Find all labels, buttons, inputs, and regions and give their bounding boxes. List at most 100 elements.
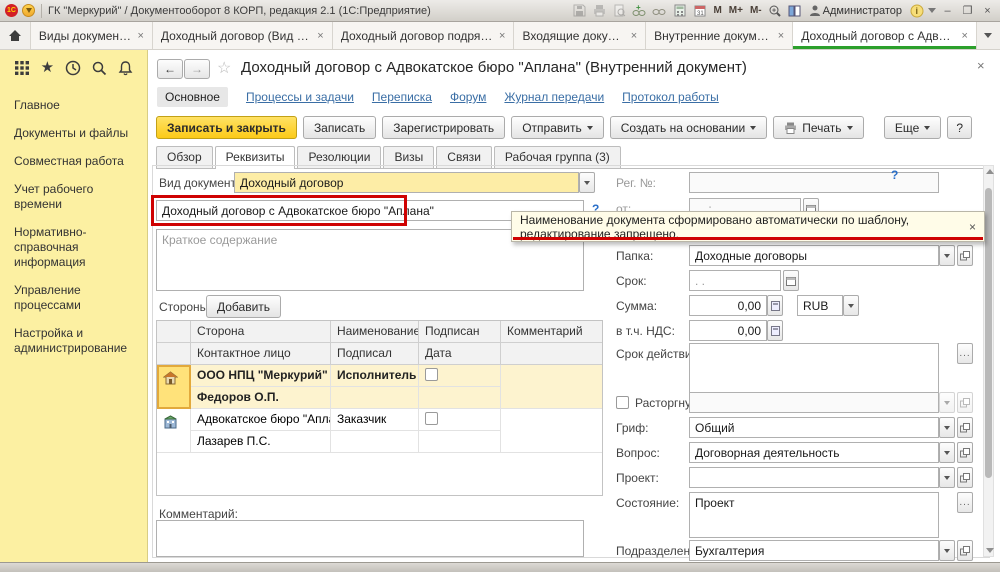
memory-plus-button[interactable]: M+ — [727, 5, 745, 16]
send-button[interactable]: Отправить — [511, 116, 604, 139]
grif-dropdown-button[interactable] — [939, 417, 955, 438]
tab-close-icon[interactable]: × — [778, 30, 784, 42]
tooltip-close-icon[interactable]: × — [961, 220, 976, 234]
currency-field[interactable]: RUB — [797, 295, 843, 316]
nav-correspondence[interactable]: Переписка — [372, 90, 432, 104]
register-button[interactable]: Зарегистрировать — [382, 116, 505, 139]
info-dropdown-icon[interactable] — [928, 8, 936, 13]
vat-field[interactable]: 0,00 — [689, 320, 767, 341]
sidebar-item-process-management[interactable]: Управление процессами — [14, 283, 134, 313]
memory-minus-button[interactable]: M- — [748, 5, 764, 16]
sidebar-item-settings-administration[interactable]: Настройка и администрирование — [14, 326, 134, 356]
sidebar-item-main[interactable]: Главное — [14, 98, 134, 113]
sidebar-item-collaboration[interactable]: Совместная работа — [14, 154, 134, 169]
folder-open-button[interactable] — [957, 245, 973, 266]
copy-link-icon[interactable] — [651, 3, 668, 18]
close-window-button[interactable]: × — [979, 3, 996, 18]
contact-cell[interactable]: Федоров О.П. — [191, 387, 331, 409]
scrollbar-thumb[interactable] — [985, 188, 992, 478]
zoom-icon[interactable]: + — [767, 3, 784, 18]
tab-close-icon[interactable]: × — [499, 30, 505, 42]
close-form-icon[interactable]: × — [977, 58, 985, 73]
date-cell[interactable] — [419, 431, 501, 453]
menu-grid-icon[interactable] — [14, 60, 30, 76]
project-dropdown-button[interactable] — [939, 467, 955, 488]
signed-cell[interactable] — [419, 365, 501, 387]
state-textarea[interactable]: Проект — [689, 492, 939, 538]
info-icon[interactable]: i — [908, 3, 925, 18]
signer-cell[interactable] — [331, 431, 419, 453]
our-organization-icon[interactable] — [157, 365, 191, 409]
due-date-calendar-button[interactable] — [783, 270, 799, 291]
save-button[interactable]: Записать — [303, 116, 376, 139]
signed-checkbox[interactable] — [425, 368, 438, 381]
save-close-button[interactable]: Записать и закрыть — [156, 116, 297, 139]
notifications-bell-icon[interactable] — [118, 60, 133, 76]
tab-working-group[interactable]: Рабочая группа (3) — [494, 146, 621, 168]
add-link-icon[interactable]: + — [631, 3, 648, 18]
current-user[interactable]: Администратор — [807, 5, 905, 17]
create-based-on-button[interactable]: Создать на основании — [610, 116, 768, 139]
home-tab[interactable] — [0, 22, 31, 49]
tab-contract-template[interactable]: Доходный договор подряда (Шабло... × — [333, 22, 515, 49]
table-row[interactable]: Адвокатское бюро "Аплана" Заказчик Лазар… — [157, 409, 602, 453]
tab-close-icon[interactable]: × — [137, 30, 143, 42]
sidebar-item-reference-info[interactable]: Нормативно-справочная информация — [14, 225, 134, 270]
grif-field[interactable]: Общий — [689, 417, 939, 438]
forward-button[interactable]: → — [184, 59, 210, 79]
doc-kind-field[interactable]: Доходный договор — [234, 172, 579, 193]
search-icon[interactable] — [91, 60, 107, 76]
split-view-icon[interactable] — [787, 3, 804, 18]
sidebar-item-documents-files[interactable]: Документы и файлы — [14, 126, 134, 141]
sidebar-item-time-tracking[interactable]: Учет рабочего времени — [14, 182, 134, 212]
signer-cell[interactable] — [331, 387, 419, 409]
nav-processes-tasks[interactable]: Процессы и задачи — [246, 90, 354, 104]
party-cell[interactable]: Адвокатское бюро "Аплана" — [191, 409, 331, 431]
party-cell[interactable]: ООО НПЦ "Меркурий" — [191, 365, 331, 387]
doc-kind-dropdown-button[interactable] — [579, 172, 595, 193]
question-open-button[interactable] — [957, 442, 973, 463]
tab-close-icon[interactable]: × — [961, 30, 967, 42]
tab-list-dropdown[interactable] — [977, 22, 1000, 49]
department-dropdown-button[interactable] — [939, 540, 955, 561]
currency-dropdown-button[interactable] — [843, 295, 859, 316]
comment-cell[interactable] — [501, 409, 602, 453]
tab-overview[interactable]: Обзор — [156, 146, 213, 168]
scroll-down-icon[interactable] — [986, 548, 994, 553]
tab-close-icon[interactable]: × — [631, 30, 637, 42]
state-ellipsis-button[interactable]: ... — [957, 492, 973, 513]
date-cell[interactable] — [419, 387, 501, 409]
tab-document-kinds[interactable]: Виды документов × — [31, 22, 153, 49]
print-button[interactable]: Печать — [773, 116, 863, 139]
scroll-up-icon[interactable] — [986, 169, 994, 174]
add-party-button[interactable]: Добавить — [206, 295, 281, 318]
more-button[interactable]: Еще — [884, 116, 941, 139]
amount-field[interactable]: 0,00 — [689, 295, 767, 316]
history-clock-icon[interactable] — [65, 60, 81, 76]
comment-cell[interactable] — [501, 365, 602, 409]
amount-calc-button[interactable] — [767, 295, 783, 316]
folder-field[interactable]: Доходные договоры — [689, 245, 939, 266]
role-cell[interactable]: Исполнитель — [331, 365, 419, 387]
vat-calc-button[interactable] — [767, 320, 783, 341]
comment-textarea[interactable] — [156, 520, 584, 557]
maximize-button[interactable]: ❐ — [959, 3, 976, 18]
help-button[interactable]: ? — [947, 116, 972, 139]
reg-no-field[interactable] — [689, 172, 939, 193]
nav-work-protocol[interactable]: Протокол работы — [622, 90, 719, 104]
counterparty-icon[interactable] — [157, 409, 191, 453]
tab-links[interactable]: Связи — [436, 146, 492, 168]
calculator-icon[interactable] — [671, 3, 688, 18]
tab-income-contract-kind[interactable]: Доходный договор (Вид внутренне... × — [153, 22, 333, 49]
department-open-button[interactable] — [957, 540, 973, 561]
contact-cell[interactable]: Лазарев П.С. — [191, 431, 331, 453]
tab-visas[interactable]: Визы — [383, 146, 434, 168]
nav-main[interactable]: Основное — [157, 87, 228, 107]
terminated-dropdown-button[interactable] — [939, 392, 955, 413]
terminated-field[interactable] — [689, 392, 939, 413]
memory-button[interactable]: M — [711, 5, 723, 16]
tab-resolutions[interactable]: Резолюции — [297, 146, 381, 168]
signed-cell[interactable] — [419, 409, 501, 431]
folder-dropdown-button[interactable] — [939, 245, 955, 266]
question-dropdown-button[interactable] — [939, 442, 955, 463]
